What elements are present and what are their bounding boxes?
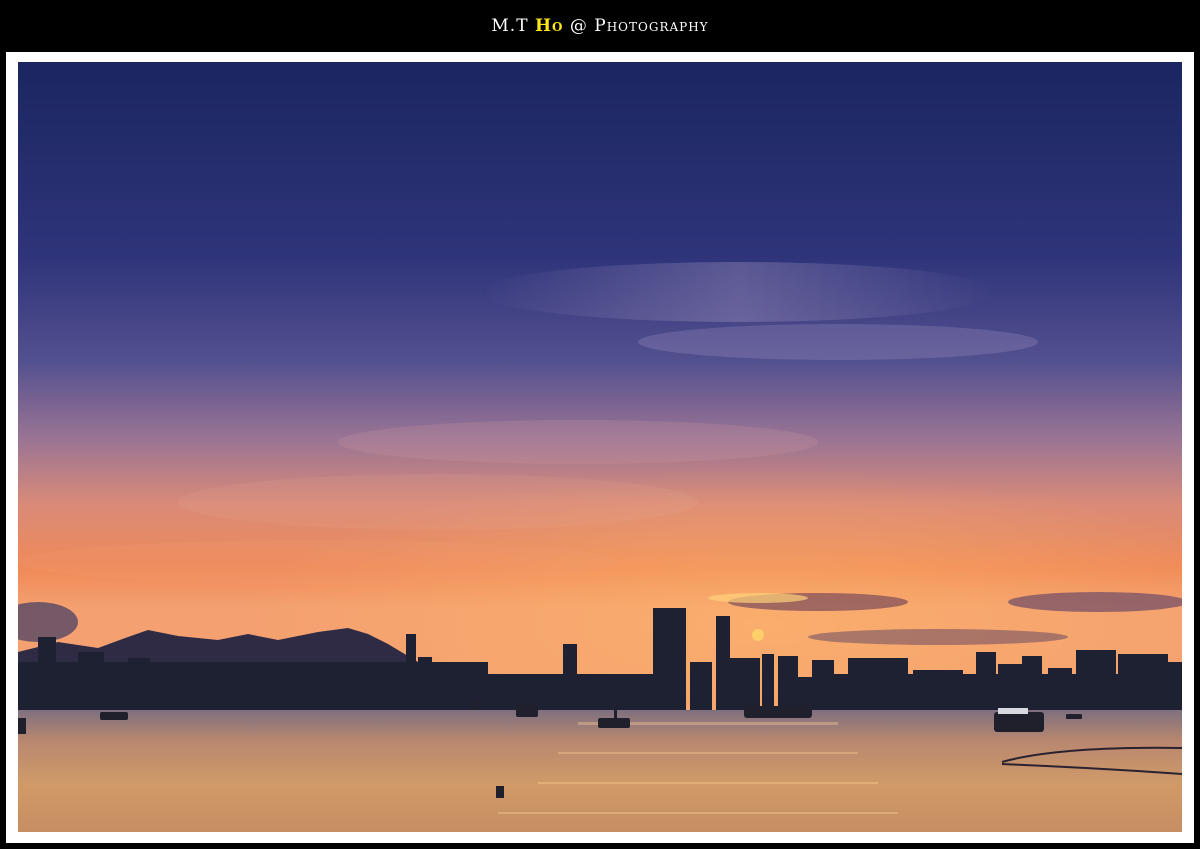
photo-canvas: [18, 62, 1182, 832]
watermark-suffix: @ Photography: [563, 16, 709, 36]
harbour-sunset-photo: [18, 62, 1182, 832]
top-banner: M.T Ho @ Photography: [0, 0, 1200, 52]
photographer-watermark: M.T Ho @ Photography: [491, 16, 708, 36]
sun: [752, 629, 764, 641]
watermark-prefix: M.T: [491, 16, 535, 36]
watermark-highlight: Ho: [534, 16, 564, 36]
